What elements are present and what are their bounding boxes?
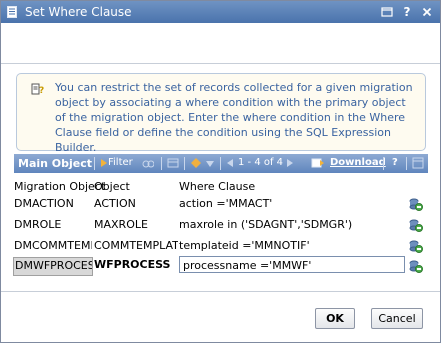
object-cell: ACTION <box>94 197 136 210</box>
toolbar-separator <box>406 157 407 170</box>
object-cell: MAXROLE <box>94 218 148 231</box>
restore-icon[interactable] <box>379 4 395 20</box>
sort-down-icon[interactable] <box>204 157 216 169</box>
table-toolbar: Main Object Filter 1 - 4 of 4 Download ? <box>14 154 428 173</box>
table-settings-icon[interactable] <box>412 157 424 169</box>
toolbar-separator <box>94 157 95 170</box>
filter-label[interactable]: Filter <box>108 157 133 168</box>
toolbar-separator <box>184 157 185 170</box>
help-icon[interactable]: ? <box>399 4 415 20</box>
migration-object-cell: DMROLE <box>14 218 62 231</box>
download-icon[interactable] <box>311 157 325 169</box>
close-icon[interactable] <box>419 4 435 20</box>
table-row-selected[interactable]: DMWFPROCESS WFPROCESS processname ='MMWF… <box>13 256 428 277</box>
download-link[interactable]: Download <box>330 157 386 168</box>
column-header-migration-object[interactable]: Migration Object <box>14 180 105 193</box>
toolbar-separator <box>220 157 221 170</box>
clear-filter-icon[interactable] <box>142 157 154 169</box>
where-clause-input-value: processname ='MMWF' <box>183 259 312 272</box>
table-view-icon[interactable] <box>167 157 179 169</box>
pager-text: 1 - 4 of 4 <box>238 157 284 168</box>
object-cell: WFPROCESS <box>94 258 171 271</box>
sql-expression-builder-icon[interactable] <box>408 197 424 212</box>
toolbar-separator <box>161 157 162 170</box>
next-page-icon[interactable] <box>284 157 296 169</box>
set-where-clause-dialog: Set Where Clause ? ? You can restrict th… <box>0 0 441 343</box>
sql-expression-builder-icon[interactable] <box>408 259 424 274</box>
bookmark-icon[interactable] <box>190 157 202 169</box>
svg-text:?: ? <box>39 86 44 96</box>
sql-expression-builder-icon[interactable] <box>408 218 424 233</box>
ok-button[interactable]: OK <box>315 308 355 329</box>
object-cell: COMMTEMPLATE <box>94 239 178 252</box>
where-clause-cell[interactable]: templateid ='MMNOTIF' <box>179 239 407 252</box>
info-message-box: ? You can restrict the set of records co… <box>16 73 426 154</box>
sql-expression-builder-icon[interactable] <box>408 239 424 254</box>
dialog-icon <box>7 6 17 18</box>
where-clause-cell[interactable]: maxrole in ('SDAGNT','SDMGR') <box>179 218 407 231</box>
toolbar-separator <box>383 157 384 170</box>
header-divider <box>1 63 440 64</box>
where-clause-cell[interactable]: action ='MMACT' <box>179 197 407 210</box>
hint-icon: ? <box>31 83 44 96</box>
table-row[interactable]: DMCOMMTEMPL COMMTEMPLATE templateid ='MM… <box>14 236 428 257</box>
migration-object-cell: DMCOMMTEMPL <box>14 239 92 252</box>
column-header-where-clause[interactable]: Where Clause <box>179 180 255 193</box>
dialog-header-area <box>1 23 440 63</box>
table-row[interactable]: DMACTION ACTION action ='MMACT' <box>14 194 428 215</box>
migration-object-cell: DMWFPROCESS <box>13 257 93 276</box>
column-header-object[interactable]: Object <box>94 180 130 193</box>
dialog-title: Set Where Clause <box>25 5 132 19</box>
toolbar-help-icon[interactable]: ? <box>392 157 398 168</box>
table-title: Main Object <box>18 157 93 170</box>
cancel-button[interactable]: Cancel <box>371 308 423 329</box>
title-bar: Set Where Clause ? <box>1 1 440 23</box>
info-message-text: You can restrict the set of records coll… <box>55 81 413 154</box>
where-clause-input[interactable]: processname ='MMWF' <box>179 256 405 273</box>
previous-page-icon[interactable] <box>224 157 236 169</box>
table-row[interactable]: DMROLE MAXROLE maxrole in ('SDAGNT','SDM… <box>14 215 428 236</box>
migration-object-cell: DMACTION <box>14 197 74 210</box>
